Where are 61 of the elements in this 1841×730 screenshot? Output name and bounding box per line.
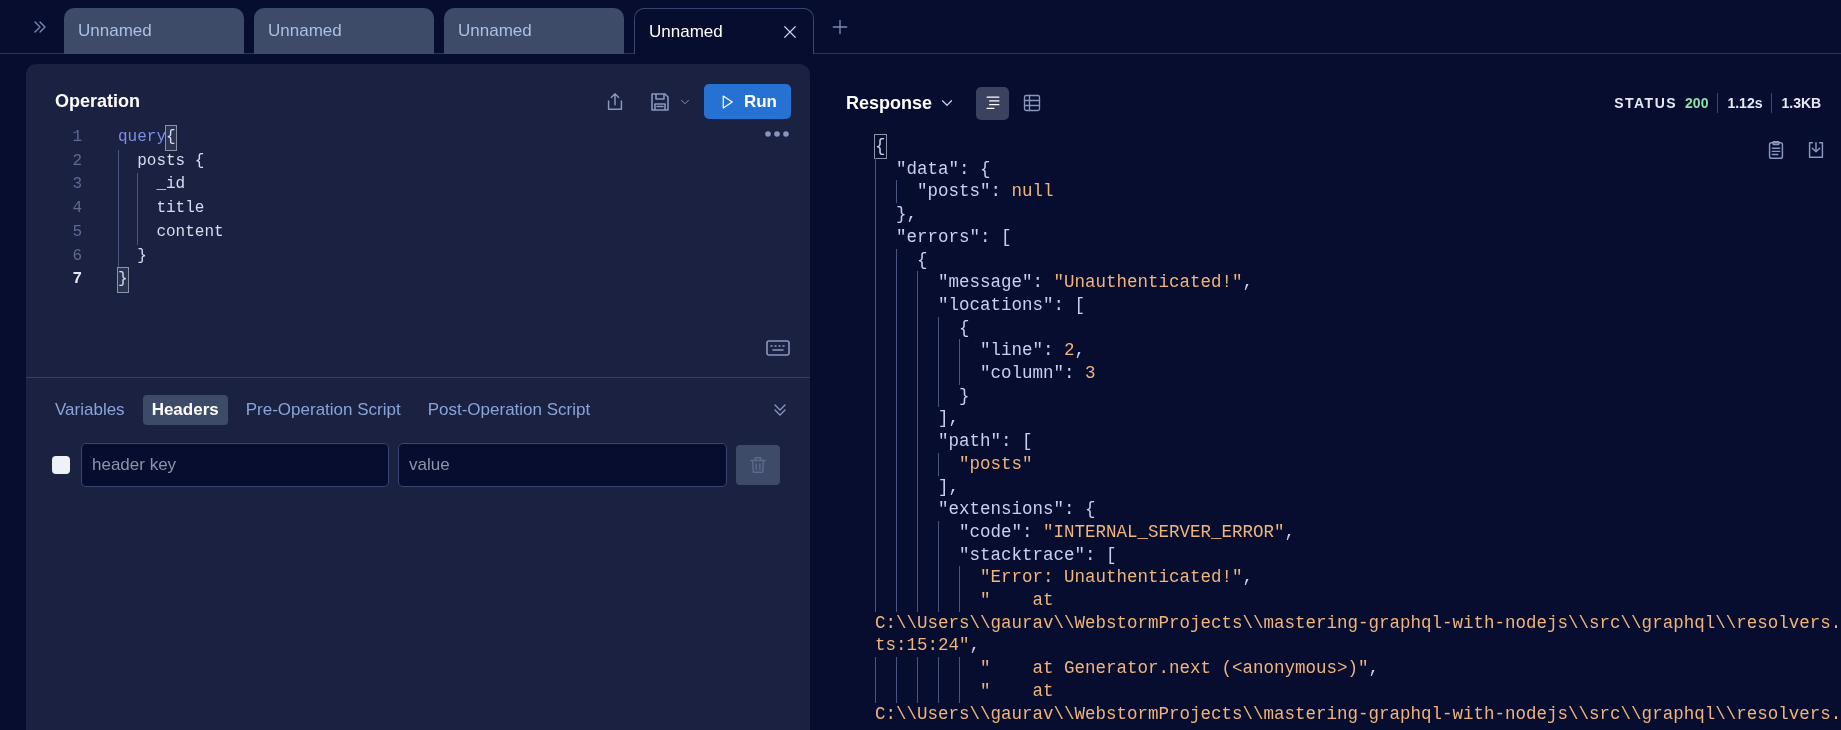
view-toggle[interactable] bbox=[976, 86, 1010, 120]
trash-icon bbox=[747, 454, 769, 476]
more-icon bbox=[764, 128, 790, 140]
code-line: "data": { bbox=[875, 157, 1841, 181]
line-number: 2 bbox=[71, 150, 82, 172]
code-line: "column": 3 bbox=[875, 362, 1841, 385]
code-line: "extensions": { bbox=[875, 498, 1841, 521]
tab[interactable]: Unnamed bbox=[634, 8, 814, 54]
response-size: 1.3KB bbox=[1781, 93, 1822, 113]
code-line: " at Generator.next (<anonymous>)", bbox=[875, 657, 1841, 680]
code-line: ], bbox=[875, 475, 1841, 499]
line-number: 3 bbox=[71, 174, 82, 196]
tab[interactable]: Unnamed bbox=[444, 8, 624, 54]
code-line: "posts" bbox=[875, 452, 1841, 476]
line-number: 5 bbox=[71, 221, 82, 243]
status-label: STATUS bbox=[1614, 93, 1678, 113]
code-line: "errors": [ bbox=[875, 225, 1841, 249]
code-line: "locations": [ bbox=[875, 293, 1841, 317]
response-time: 1.12s bbox=[1727, 93, 1763, 113]
code-line: content bbox=[118, 220, 224, 245]
code-line: "stacktrace": [ bbox=[875, 543, 1841, 567]
panel-tab[interactable]: Post-Operation Script bbox=[418, 395, 600, 425]
code-line: "path": [ bbox=[875, 430, 1841, 453]
code-line: _id bbox=[118, 173, 186, 198]
tab[interactable]: Unnamed bbox=[254, 8, 434, 54]
input-field[interactable]: header key bbox=[81, 443, 389, 487]
code-line: " at bbox=[875, 589, 1841, 612]
code-line: C:\\Users\\gaurav\\WebstormProjects\\mastering-graphql-with-nodejs\\src\\graphql\\resolvers. bbox=[875, 702, 1841, 726]
code-line: { bbox=[875, 135, 1841, 158]
code-line: "message": "Unauthenticated!", bbox=[875, 271, 1841, 294]
panel-title: Operation bbox=[55, 90, 140, 113]
panel-tab[interactable]: Variables bbox=[46, 395, 134, 425]
code-line: }, bbox=[875, 203, 1841, 226]
line-number: 7 bbox=[71, 269, 82, 291]
code-line: { bbox=[875, 248, 1841, 272]
input-field[interactable]: value bbox=[398, 443, 727, 487]
code-line: query{ bbox=[118, 126, 176, 150]
tab[interactable]: Unnamed bbox=[64, 8, 244, 54]
code-line: { bbox=[875, 316, 1841, 340]
status-code: 200 bbox=[1685, 93, 1709, 113]
code-line: "posts": null bbox=[875, 180, 1841, 204]
code-line: "Error: Unauthenticated!", bbox=[875, 566, 1841, 590]
keyboard-icon bbox=[766, 339, 790, 357]
code-line: ts:15:24", bbox=[875, 634, 982, 658]
code-line: "line": 2, bbox=[875, 339, 1841, 363]
line-number: 1 bbox=[71, 127, 82, 148]
code-line: posts { bbox=[118, 149, 205, 174]
code-line: ], bbox=[875, 407, 1841, 431]
code-line: } bbox=[875, 384, 1841, 408]
code-line: "code": "INTERNAL_SERVER_ERROR", bbox=[875, 520, 1841, 544]
panel-tab[interactable]: Pre-Operation Script bbox=[236, 395, 410, 425]
code-line: title bbox=[118, 197, 205, 221]
line-number: 6 bbox=[71, 245, 82, 267]
table-icon bbox=[1021, 93, 1042, 113]
line-number: 4 bbox=[71, 198, 82, 220]
code-line: C:\\Users\\gaurav\\WebstormProjects\\mastering-graphql-with-nodejs\\src\\graphql\\resolvers. bbox=[875, 611, 1841, 635]
panel-title: Response bbox=[846, 91, 933, 115]
checkbox[interactable] bbox=[52, 456, 70, 474]
panel-tab[interactable]: Headers bbox=[142, 395, 228, 425]
code-line: " at bbox=[875, 679, 1841, 703]
run-button[interactable]: Run bbox=[703, 84, 791, 119]
